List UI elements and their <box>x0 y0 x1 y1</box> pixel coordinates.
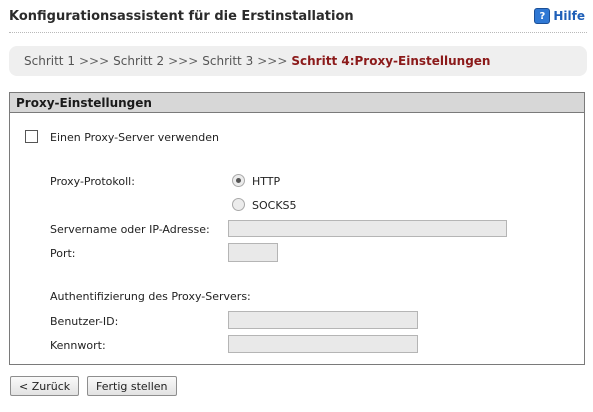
title-divider <box>9 32 587 33</box>
finish-button[interactable]: Fertig stellen <box>87 376 177 396</box>
breadcrumb-separator: >>> <box>168 54 199 68</box>
radio-socks5-label: SOCKS5 <box>252 199 297 212</box>
radio-http[interactable] <box>232 174 245 187</box>
panel-title: Proxy-Einstellungen <box>10 93 584 113</box>
user-id-label: Benutzer-ID: <box>50 315 119 328</box>
proxy-protocol-label: Proxy-Protokoll: <box>50 175 135 188</box>
server-name-input[interactable] <box>228 220 507 237</box>
breadcrumb-step-2: Schritt 2 <box>113 54 165 68</box>
breadcrumb-active-step: Schritt 4:Proxy-Einstellungen <box>291 54 491 68</box>
breadcrumb-separator: >>> <box>257 54 288 68</box>
port-label: Port: <box>50 247 76 260</box>
help-icon: ? <box>534 8 551 24</box>
page-title: Konfigurationsassistent für die Erstinst… <box>9 9 354 24</box>
setup-wizard-page: Konfigurationsassistent für die Erstinst… <box>0 0 593 412</box>
port-input[interactable] <box>228 243 278 262</box>
breadcrumb: Schritt 1 >>> Schritt 2 >>> Schritt 3 >>… <box>9 46 587 76</box>
use-proxy-label: Einen Proxy-Server verwenden <box>50 131 219 144</box>
breadcrumb-step-3: Schritt 3 <box>202 54 254 68</box>
password-input[interactable] <box>228 335 418 353</box>
breadcrumb-step-1: Schritt 1 <box>24 54 75 68</box>
use-proxy-checkbox[interactable] <box>25 130 38 143</box>
breadcrumb-separator: >>> <box>78 54 110 68</box>
server-name-label: Servername oder IP-Adresse: <box>50 223 210 236</box>
password-label: Kennwort: <box>50 339 106 352</box>
user-id-input[interactable] <box>228 311 418 329</box>
radio-socks5[interactable] <box>232 198 245 211</box>
radio-http-label: HTTP <box>252 175 281 188</box>
help-link[interactable]: ? Hilfe <box>534 8 585 24</box>
back-button[interactable]: < Zurück <box>10 376 80 396</box>
help-label: Hilfe <box>553 9 585 23</box>
auth-heading: Authentifizierung des Proxy-Servers: <box>50 290 251 303</box>
